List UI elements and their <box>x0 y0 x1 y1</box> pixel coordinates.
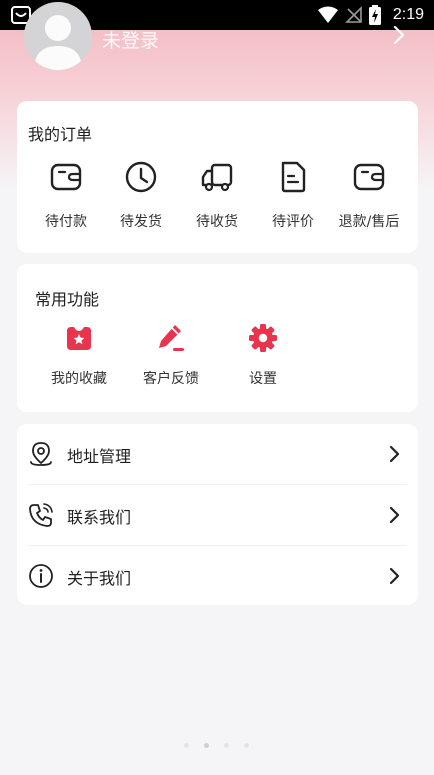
chevron-right-icon <box>389 445 400 463</box>
menu-item-label: 联系我们 <box>67 508 132 527</box>
function-item-label: 我的收藏 <box>51 371 107 387</box>
my-favorites-button[interactable]: 我的收藏 <box>34 322 124 402</box>
order-pending-review[interactable]: 待评价 <box>255 159 331 237</box>
chevron-right-icon[interactable] <box>392 24 406 46</box>
order-refund-after-sales[interactable]: 退款/售后 <box>331 159 407 237</box>
menu-list-card: 地址管理 联系我们 关于我们 <box>17 424 418 605</box>
function-item-label: 设置 <box>249 371 277 387</box>
info-icon <box>29 564 53 588</box>
document-icon <box>281 161 306 193</box>
address-management-row[interactable]: 地址管理 <box>17 424 418 484</box>
menu-item-label: 地址管理 <box>67 447 132 466</box>
order-pending-payment[interactable]: 待付款 <box>28 159 104 237</box>
orders-title: 我的订单 <box>28 125 93 144</box>
settings-button[interactable]: 设置 <box>218 322 308 402</box>
clock-icon <box>125 161 157 193</box>
truck-icon <box>201 163 233 192</box>
no-sim-icon <box>344 6 362 23</box>
pencil-feedback-icon <box>159 325 184 351</box>
order-pending-shipment[interactable]: 待发货 <box>103 159 179 237</box>
menu-item-label: 关于我们 <box>67 569 132 588</box>
refund-wallet-icon <box>353 163 385 191</box>
location-pin-icon <box>30 442 52 466</box>
orders-card: 我的订单 待付款 待发货 待收货 待评价 退款/售后 <box>17 101 418 253</box>
order-status-list: 待付款 待发货 待收货 待评价 退款/售后 <box>17 159 418 237</box>
order-pending-receipt[interactable]: 待收货 <box>179 159 255 237</box>
wallet-icon <box>50 163 82 191</box>
page-indicator <box>180 741 260 751</box>
functions-card: 常用功能 我的收藏 客户反馈 设置 <box>17 264 418 412</box>
login-status-text[interactable]: 未登录 <box>102 26 159 53</box>
about-us-row[interactable]: 关于我们 <box>17 546 418 606</box>
wifi-icon <box>317 6 338 23</box>
profile-header[interactable]: 未登录 <box>0 2 434 80</box>
order-item-label: 退款/售后 <box>338 214 400 230</box>
chevron-right-icon <box>389 506 400 524</box>
functions-title: 常用功能 <box>35 290 100 309</box>
order-item-label: 待发货 <box>120 214 162 230</box>
favorites-star-icon <box>67 327 91 350</box>
status-time: 2:19 <box>392 6 424 23</box>
battery-charging-icon <box>368 5 381 25</box>
gear-icon <box>249 324 277 352</box>
user-avatar-icon[interactable] <box>24 2 92 70</box>
order-item-label: 待收货 <box>196 214 238 230</box>
customer-feedback-button[interactable]: 客户反馈 <box>126 322 216 402</box>
phone-icon <box>29 503 53 527</box>
contact-us-row[interactable]: 联系我们 <box>17 485 418 545</box>
order-item-label: 待付款 <box>45 214 87 230</box>
order-item-label: 待评价 <box>272 214 314 230</box>
function-item-label: 客户反馈 <box>143 371 199 387</box>
chevron-right-icon <box>389 567 400 585</box>
